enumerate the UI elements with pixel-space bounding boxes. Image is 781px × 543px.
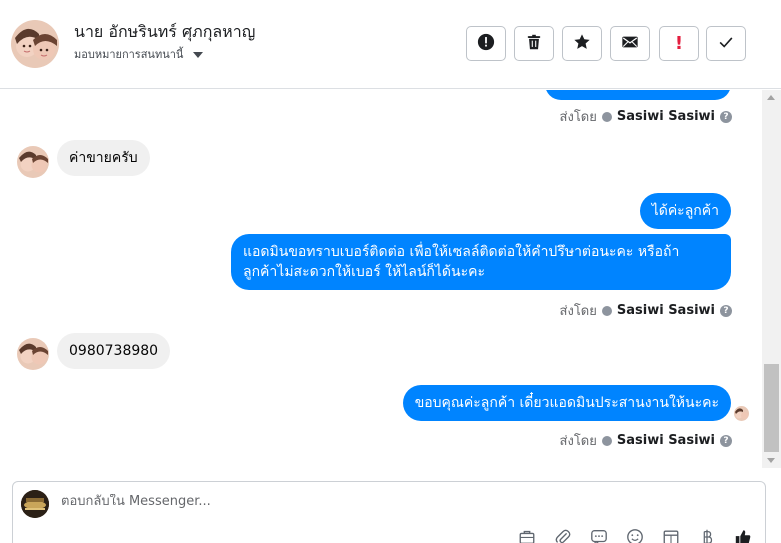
assign-conversation-dropdown[interactable]: มอบหมายการสนทนานี้ xyxy=(74,45,204,63)
star-icon xyxy=(573,33,591,55)
thumbs-up-icon xyxy=(734,528,752,543)
verified-icon xyxy=(601,111,612,122)
message-bubble-outgoing[interactable]: ได้ค่ะลูกค้า xyxy=(639,193,731,229)
appointment-tool[interactable] xyxy=(660,528,682,543)
contact-name[interactable]: นาย อักษรินทร์ ศุภกุลหาญ xyxy=(74,20,255,45)
reply-input[interactable] xyxy=(61,494,661,509)
scrollbar[interactable] xyxy=(762,90,781,468)
attach-tool[interactable] xyxy=(552,528,574,543)
calendar-icon xyxy=(662,528,680,543)
baht-icon xyxy=(698,528,716,543)
paperclip-icon xyxy=(554,528,572,543)
sent-by-name: Sasiwi Sasiwi xyxy=(616,303,715,318)
reply-composer xyxy=(12,481,766,543)
sent-by-prefix: ส่งโดย xyxy=(559,110,597,125)
assign-label: มอบหมายการสนทนานี้ xyxy=(74,48,184,61)
page-avatar xyxy=(21,490,49,518)
mark-unread-button[interactable] xyxy=(610,26,650,61)
verified-icon xyxy=(601,305,612,316)
sent-by-prefix: ส่งโดย xyxy=(559,304,597,319)
chat-bubble-icon xyxy=(590,528,608,543)
sent-by-name: Sasiwi Sasiwi xyxy=(616,433,715,448)
like-tool[interactable] xyxy=(732,528,754,543)
template-tool[interactable] xyxy=(516,528,538,543)
seen-avatar xyxy=(734,406,749,421)
delete-button[interactable] xyxy=(514,26,554,61)
message-bubble-incoming[interactable]: ค่าขายครับ xyxy=(57,140,150,176)
sender-avatar[interactable] xyxy=(17,146,49,178)
mark-done-button[interactable] xyxy=(706,26,746,61)
contact-avatar[interactable] xyxy=(11,20,59,68)
mark-spam-button[interactable] xyxy=(466,26,506,61)
conversation-header: นาย อักษรินทร์ ศุภกุลหาญ มอบหมายการสนทนา… xyxy=(0,0,781,89)
payment-tool[interactable] xyxy=(696,528,718,543)
smiley-icon xyxy=(626,528,644,543)
checkmark-icon xyxy=(717,33,735,55)
message-bubble-incoming[interactable]: 0980738980 xyxy=(57,333,171,369)
message-text-line: ลูกค้าไม่สะดวกให้เบอร์ ให้ไลน์ก็ได้นะคะ xyxy=(243,264,485,280)
help-icon[interactable]: ? xyxy=(720,110,732,123)
follow-up-button[interactable]: ! xyxy=(659,26,699,61)
sent-by-line: ส่งโดย Sasiwi Sasiwi ? xyxy=(560,430,732,451)
help-icon[interactable]: ? xyxy=(720,434,732,447)
sent-by-line: ส่งโดย Sasiwi Sasiwi ? xyxy=(560,300,732,321)
message-thread[interactable]: ส่งโดย Sasiwi Sasiwi ? ค่าขายครับ ได้ค่ะ… xyxy=(0,90,762,468)
scroll-down-arrow-icon[interactable] xyxy=(767,458,775,463)
verified-icon xyxy=(601,435,612,446)
message-bubble-outgoing[interactable]: ขอบคุณค่ะลูกค้า เดี๋ยวแอดมินประสานงานให้… xyxy=(402,385,731,421)
star-button[interactable] xyxy=(562,26,602,61)
trash-icon xyxy=(525,33,543,55)
sender-avatar[interactable] xyxy=(17,338,49,370)
envelope-icon xyxy=(621,33,639,55)
exclamation-icon: ! xyxy=(674,33,684,54)
emoji-tool[interactable] xyxy=(624,528,646,543)
sent-by-prefix: ส่งโดย xyxy=(559,434,597,449)
scrollbar-thumb[interactable] xyxy=(764,364,779,452)
sent-by-name: Sasiwi Sasiwi xyxy=(616,109,715,124)
scroll-up-arrow-icon[interactable] xyxy=(767,95,775,100)
message-bubble-outgoing[interactable]: แอดมินขอทราบเบอร์ติดต่อ เพื่อให้เซลล์ติด… xyxy=(231,234,731,290)
message-bubble-outgoing[interactable] xyxy=(545,90,731,100)
sent-by-line: ส่งโดย Sasiwi Sasiwi ? xyxy=(560,106,732,127)
saved-replies-tool[interactable] xyxy=(588,528,610,543)
briefcase-icon xyxy=(518,528,536,543)
alert-circle-icon xyxy=(477,33,495,55)
help-icon[interactable]: ? xyxy=(720,304,732,317)
message-text-line: แอดมินขอทราบเบอร์ติดต่อ เพื่อให้เซลล์ติด… xyxy=(243,244,680,260)
chevron-down-icon xyxy=(193,51,204,58)
